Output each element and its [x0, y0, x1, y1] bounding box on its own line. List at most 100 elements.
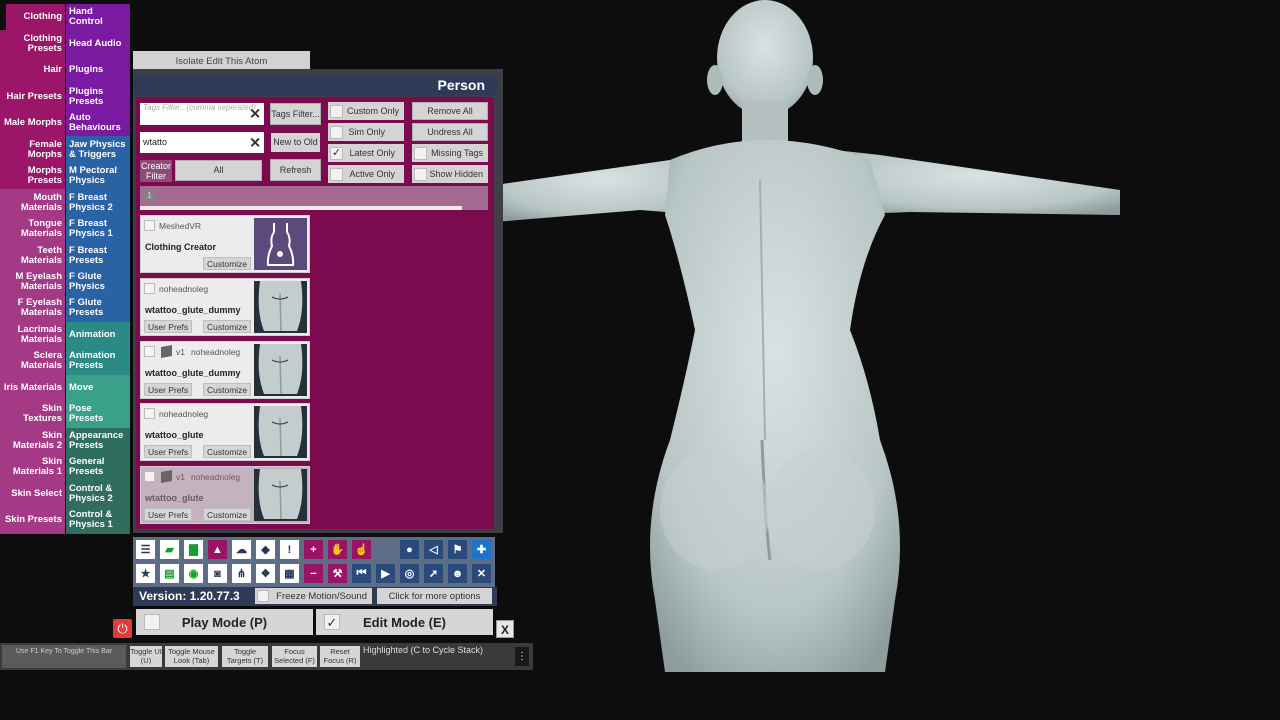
item-checkbox[interactable] — [144, 220, 155, 231]
tab-right[interactable]: F Breast Presets — [66, 242, 130, 269]
toggle-targets-button[interactable]: Toggle Targets (T) — [222, 646, 268, 667]
freeze-checkbox[interactable] — [257, 590, 269, 602]
item-checkbox[interactable] — [144, 346, 155, 357]
target-icon[interactable]: ◎ — [400, 564, 419, 583]
tab-left[interactable]: Skin Presets — [0, 507, 65, 534]
clear-tags-icon[interactable]: ✕ — [249, 106, 261, 123]
more-vertical-icon[interactable]: ⋮ — [515, 647, 529, 666]
hub-icon[interactable]: ▲ — [208, 540, 227, 559]
star-icon[interactable]: ★ — [136, 564, 155, 583]
tab-left[interactable]: Clothing Presets — [0, 30, 65, 57]
tab-left[interactable]: Male Morphs — [0, 109, 65, 137]
dropbox-icon[interactable]: ❖ — [256, 564, 275, 583]
tags-filter-button[interactable]: Tags Filter... — [270, 103, 321, 125]
undress-all-button[interactable]: Undress All — [412, 123, 488, 141]
page-number-button[interactable]: 1 — [143, 189, 156, 202]
tab-right[interactable]: Auto Behaviours — [66, 109, 130, 137]
item-checkbox[interactable] — [144, 283, 155, 294]
tab-right[interactable]: Hand Control — [66, 4, 130, 31]
close-button[interactable]: X — [496, 620, 514, 638]
horizontal-scrollbar[interactable] — [140, 206, 462, 210]
tab-right[interactable]: F Glute Presets — [66, 295, 130, 322]
more-options-button[interactable]: Click for more options — [377, 588, 492, 604]
person-remove-icon[interactable]: − — [304, 564, 323, 583]
customize-button[interactable]: Customize — [203, 445, 252, 458]
tab-left[interactable]: Teeth Materials — [0, 242, 65, 269]
nodes-icon[interactable]: ⋔ — [232, 564, 251, 583]
tab-right[interactable]: F Glute Physics — [66, 268, 130, 296]
sort-new-to-old-button[interactable]: New to Old — [270, 132, 321, 153]
latest-only-toggle[interactable]: ✓ Latest Only — [328, 144, 404, 162]
person-icon[interactable]: ● — [400, 540, 419, 559]
tab-right[interactable]: Head Audio — [66, 30, 130, 57]
menu-icon[interactable]: ☰ — [136, 540, 155, 559]
user-prefs-button[interactable]: User Prefs — [144, 383, 193, 396]
item-card[interactable]: v1 noheadnoleg wtattoo_glute_dummy User … — [140, 341, 310, 399]
people-icon[interactable]: ☻ — [448, 564, 467, 583]
freeze-motion-toggle[interactable]: Freeze Motion/Sound — [255, 588, 372, 604]
tab-left[interactable]: Mouth Materials — [0, 189, 65, 216]
search-input[interactable]: wtatto ✕ — [140, 132, 264, 153]
tab-left[interactable]: Female Morphs — [0, 136, 65, 163]
alert-icon[interactable]: ! — [280, 540, 299, 559]
play-mode-button[interactable]: Play Mode (P) — [136, 609, 313, 635]
document-icon[interactable]: ▦ — [280, 564, 299, 583]
play-mode-checkbox[interactable] — [144, 614, 160, 630]
show-hidden-checkbox[interactable] — [414, 168, 427, 181]
customize-button[interactable]: Customize — [203, 508, 252, 521]
customize-button[interactable]: Customize — [203, 257, 252, 270]
plus-icon[interactable]: ✚ — [472, 540, 491, 559]
wrench-pink-icon[interactable]: ⚒ — [328, 564, 347, 583]
active-only-checkbox[interactable] — [330, 168, 343, 181]
tab-right[interactable]: Control & Physics 2 — [66, 480, 130, 508]
toggle-mouse-look-button[interactable]: Toggle Mouse Look (Tab) — [165, 646, 218, 667]
cloud-icon[interactable]: ☁ — [232, 540, 251, 559]
flag-icon[interactable]: ⚑ — [448, 540, 467, 559]
item-checkbox[interactable] — [144, 408, 155, 419]
tab-right[interactable]: Animation — [66, 321, 130, 349]
tab-right[interactable]: Control & Physics 1 — [66, 507, 130, 534]
sim-only-checkbox[interactable] — [330, 126, 343, 139]
tab-right[interactable]: General Presets — [66, 454, 130, 481]
tab-left[interactable]: Clothing — [0, 4, 65, 31]
power-icon[interactable]: ⏻ — [113, 619, 132, 638]
camera-view-icon[interactable]: ◁ — [424, 540, 443, 559]
clear-search-icon[interactable]: ✕ — [249, 132, 261, 153]
tab-left[interactable]: Skin Textures — [0, 401, 65, 428]
hand-icon[interactable]: ✋ — [328, 540, 347, 559]
tab-right[interactable]: Move — [66, 374, 130, 402]
tab-right[interactable]: Animation Presets — [66, 348, 130, 375]
pointer-icon[interactable]: ➚ — [424, 564, 443, 583]
tab-left[interactable]: Sclera Materials — [0, 348, 65, 375]
custom-only-checkbox[interactable] — [330, 105, 343, 118]
screenshot-icon[interactable]: ◉ — [184, 564, 203, 583]
tags-filter-input[interactable]: Tags Filter...(comma seperated) ✕ — [140, 103, 264, 125]
tab-right[interactable]: F Breast Physics 1 — [66, 215, 130, 243]
item-card[interactable]: v1 noheadnoleg wtattoo_glute User Prefs … — [140, 466, 310, 524]
customize-button[interactable]: Customize — [203, 383, 252, 396]
package-icon[interactable]: ◆ — [256, 540, 275, 559]
folder-icon[interactable]: ▇ — [184, 540, 203, 559]
tab-left[interactable]: Skin Materials 2 — [0, 427, 65, 455]
user-prefs-button[interactable]: User Prefs — [144, 445, 193, 458]
latest-only-checkbox[interactable]: ✓ — [330, 147, 343, 160]
remove-all-button[interactable]: Remove All — [412, 102, 488, 120]
tab-right[interactable]: Plugins — [66, 56, 130, 84]
refresh-button[interactable]: Refresh — [270, 159, 321, 181]
show-hidden-toggle[interactable]: Show Hidden — [412, 165, 488, 183]
scene-save-icon[interactable]: ▤ — [160, 564, 179, 583]
tab-right[interactable]: Plugins Presets — [66, 83, 130, 110]
tab-right[interactable]: Pose Presets — [66, 401, 130, 428]
camera-icon[interactable]: ◙ — [208, 564, 227, 583]
customize-button[interactable]: Customize — [203, 320, 252, 333]
tab-right[interactable]: M Pectoral Physics — [66, 162, 130, 190]
reset-focus-button[interactable]: Reset Focus (R) — [320, 646, 360, 667]
tab-right[interactable]: Appearance Presets — [66, 427, 130, 455]
skip-start-icon[interactable]: ⏮ — [352, 564, 371, 583]
tab-left[interactable]: Lacrimals Materials — [0, 321, 65, 349]
tab-left[interactable]: Skin Materials 1 — [0, 454, 65, 481]
active-only-toggle[interactable]: Active Only — [328, 165, 404, 183]
edit-mode-button[interactable]: ✓ Edit Mode (E) — [316, 609, 493, 635]
creator-filter-dropdown[interactable]: All — [175, 160, 262, 181]
scene-open-icon[interactable]: ▰ — [160, 540, 179, 559]
